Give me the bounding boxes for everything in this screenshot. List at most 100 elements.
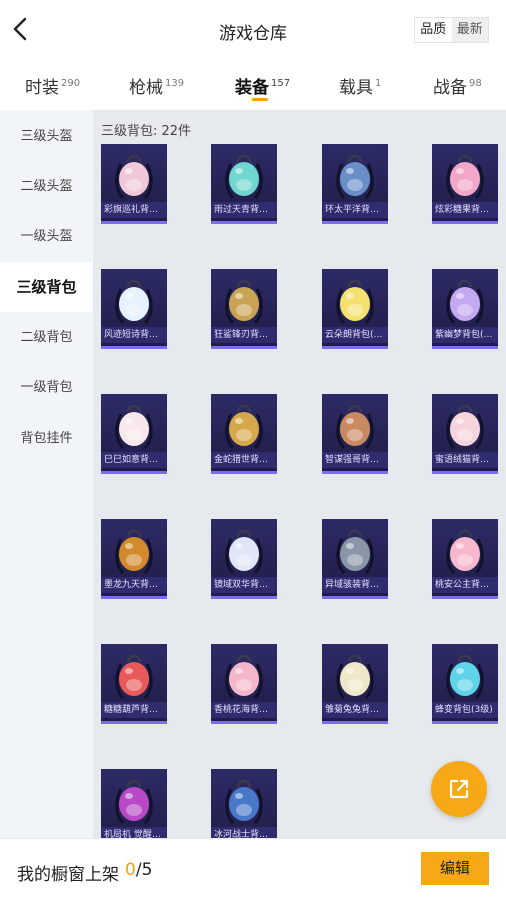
backpack-item-card[interactable]: 冰河战士背包...	[211, 769, 277, 838]
showcase-label: 我的橱窗上架	[17, 865, 119, 885]
item-name: 紫幽梦背包(3...	[432, 327, 498, 343]
backpack-item-card[interactable]: 狂鲨锋刃背包...	[211, 269, 277, 349]
item-name: 镜域双华背包...	[211, 577, 277, 593]
backpack-icon	[225, 279, 263, 325]
backpack-item-card[interactable]: 糖糖葫芦背包...	[101, 644, 167, 724]
tab-equipment[interactable]: 装备 157	[235, 73, 290, 98]
sidebar-item-level2-helmet[interactable]: 二级头盔	[0, 162, 93, 212]
item-name: 糖糖葫芦背包...	[101, 702, 167, 718]
category-tabs: 时装 290 枪械 139 装备 157 载具 1 战备 98	[0, 60, 506, 110]
backpack-icon	[446, 279, 484, 325]
subcategory-sidebar: 三级头盔 二级头盔 一级头盔 三级背包 二级背包 一级背包 背包挂件	[0, 110, 93, 838]
item-name: 云朵朗背包(3...	[322, 327, 388, 343]
backpack-icon	[336, 654, 374, 700]
item-name: 智谋强哥背包...	[322, 452, 388, 468]
backpack-item-card[interactable]: 炫彩糖果背包...	[432, 144, 498, 224]
sidebar-item-level2-backpack[interactable]: 二级背包	[0, 313, 93, 363]
tab-label: 时装	[25, 78, 59, 98]
tab-count: 157	[271, 78, 291, 89]
backpack-item-card[interactable]: 墨龙九天背包...	[101, 519, 167, 599]
share-fab-button[interactable]	[431, 761, 487, 817]
backpack-icon	[225, 404, 263, 450]
item-name: 蜜语绒猫背包...	[432, 452, 498, 468]
tab-firearms[interactable]: 枪械 139	[129, 73, 184, 98]
backpack-item-card[interactable]: 智谋强哥背包...	[322, 394, 388, 474]
item-name: 桃安公主背包...	[432, 577, 498, 593]
item-name: 环太平洋背包...	[322, 202, 388, 218]
item-name: 狂鲨锋刃背包...	[211, 327, 277, 343]
backpack-icon	[225, 654, 263, 700]
item-name: 蜂变背包(3级)	[432, 702, 498, 718]
backpack-item-card[interactable]: 蜜语绒猫背包...	[432, 394, 498, 474]
tab-vehicles[interactable]: 载具 1	[339, 73, 381, 98]
showcase-count-current: 0	[125, 860, 136, 880]
item-name: 雏菊兔兔背包...	[322, 702, 388, 718]
backpack-item-card[interactable]: 环太平洋背包...	[322, 144, 388, 224]
app-header: 游戏仓库 品质 最新	[0, 0, 506, 60]
sort-quality-button[interactable]: 品质	[415, 18, 452, 42]
backpack-item-card[interactable]: 金蛇猎世背包...	[211, 394, 277, 474]
backpack-item-card[interactable]: 镜域双华背包...	[211, 519, 277, 599]
tab-count: 290	[61, 78, 81, 89]
backpack-icon	[225, 779, 263, 825]
backpack-icon	[336, 404, 374, 450]
backpack-item-card[interactable]: 香桃花海背包...	[211, 644, 277, 724]
sidebar-item-backpack-charm[interactable]: 背包挂件	[0, 414, 93, 464]
backpack-icon	[115, 404, 153, 450]
backpack-item-card[interactable]: 蜂变背包(3级)	[432, 644, 498, 724]
backpack-icon	[115, 529, 153, 575]
tab-label: 装备	[235, 78, 269, 98]
backpack-item-card[interactable]: 云朵朗背包(3...	[322, 269, 388, 349]
backpack-icon	[336, 154, 374, 200]
tab-count: 1	[375, 78, 382, 89]
tab-fashion[interactable]: 时装 290	[25, 73, 80, 98]
backpack-item-card[interactable]: 桃安公主背包...	[432, 519, 498, 599]
item-name: 风迹短诗背包...	[101, 327, 167, 343]
backpack-item-card[interactable]: 风迹短诗背包...	[101, 269, 167, 349]
backpack-icon	[115, 154, 153, 200]
item-name: 香桃花海背包...	[211, 702, 277, 718]
item-name: 异域骇装背包...	[322, 577, 388, 593]
item-name: 炫彩糖果背包...	[432, 202, 498, 218]
item-name: 机局机 觉醒V...	[101, 827, 167, 838]
backpack-item-card[interactable]: 机局机 觉醒V...	[101, 769, 167, 838]
item-name: 巳巳如意背包...	[101, 452, 167, 468]
item-name: 墨龙九天背包...	[101, 577, 167, 593]
sort-latest-button[interactable]: 最新	[451, 18, 488, 42]
tab-count: 98	[469, 78, 482, 89]
item-name: 彩旗巡礼背包...	[101, 202, 167, 218]
backpack-item-card[interactable]: 异域骇装背包...	[322, 519, 388, 599]
backpack-item-card[interactable]: 雏菊兔兔背包...	[322, 644, 388, 724]
backpack-item-card[interactable]: 彩旗巡礼背包...	[101, 144, 167, 224]
tab-label: 载具	[339, 78, 373, 98]
backpack-item-card[interactable]: 雨过天青背包...	[211, 144, 277, 224]
backpack-item-card[interactable]: 巳巳如意背包...	[101, 394, 167, 474]
backpack-icon	[115, 654, 153, 700]
item-name: 金蛇猎世背包...	[211, 452, 277, 468]
backpack-icon	[225, 154, 263, 200]
tab-combat-gear[interactable]: 战备 98	[433, 73, 482, 98]
edit-button[interactable]: 编辑	[421, 852, 489, 885]
sort-toggle: 品质 最新	[414, 17, 489, 43]
backpack-icon	[336, 279, 374, 325]
sidebar-item-level3-backpack[interactable]: 三级背包	[0, 262, 93, 312]
backpack-icon	[446, 154, 484, 200]
item-grid-panel: 三级背包: 22件 彩旗巡礼背包... 雨过天青背包... 环太平洋背包... 炫彩糖…	[93, 110, 506, 838]
backpack-icon	[446, 404, 484, 450]
tab-label: 战备	[433, 78, 467, 98]
showcase-count: 0/5	[125, 860, 152, 880]
tab-count: 139	[165, 78, 185, 89]
item-name: 雨过天青背包...	[211, 202, 277, 218]
backpack-item-card[interactable]: 紫幽梦背包(3...	[432, 269, 498, 349]
item-name: 冰河战士背包...	[211, 827, 277, 838]
sidebar-item-level1-helmet[interactable]: 一级头盔	[0, 212, 93, 262]
sidebar-item-level1-backpack[interactable]: 一级背包	[0, 363, 93, 413]
backpack-icon	[336, 529, 374, 575]
backpack-icon	[446, 529, 484, 575]
share-external-icon	[449, 779, 469, 799]
active-tab-indicator	[252, 98, 268, 101]
backpack-icon	[115, 279, 153, 325]
showcase-count-max: 5	[141, 860, 153, 880]
backpack-icon	[225, 529, 263, 575]
sidebar-item-level3-helmet[interactable]: 三级头盔	[0, 112, 93, 162]
